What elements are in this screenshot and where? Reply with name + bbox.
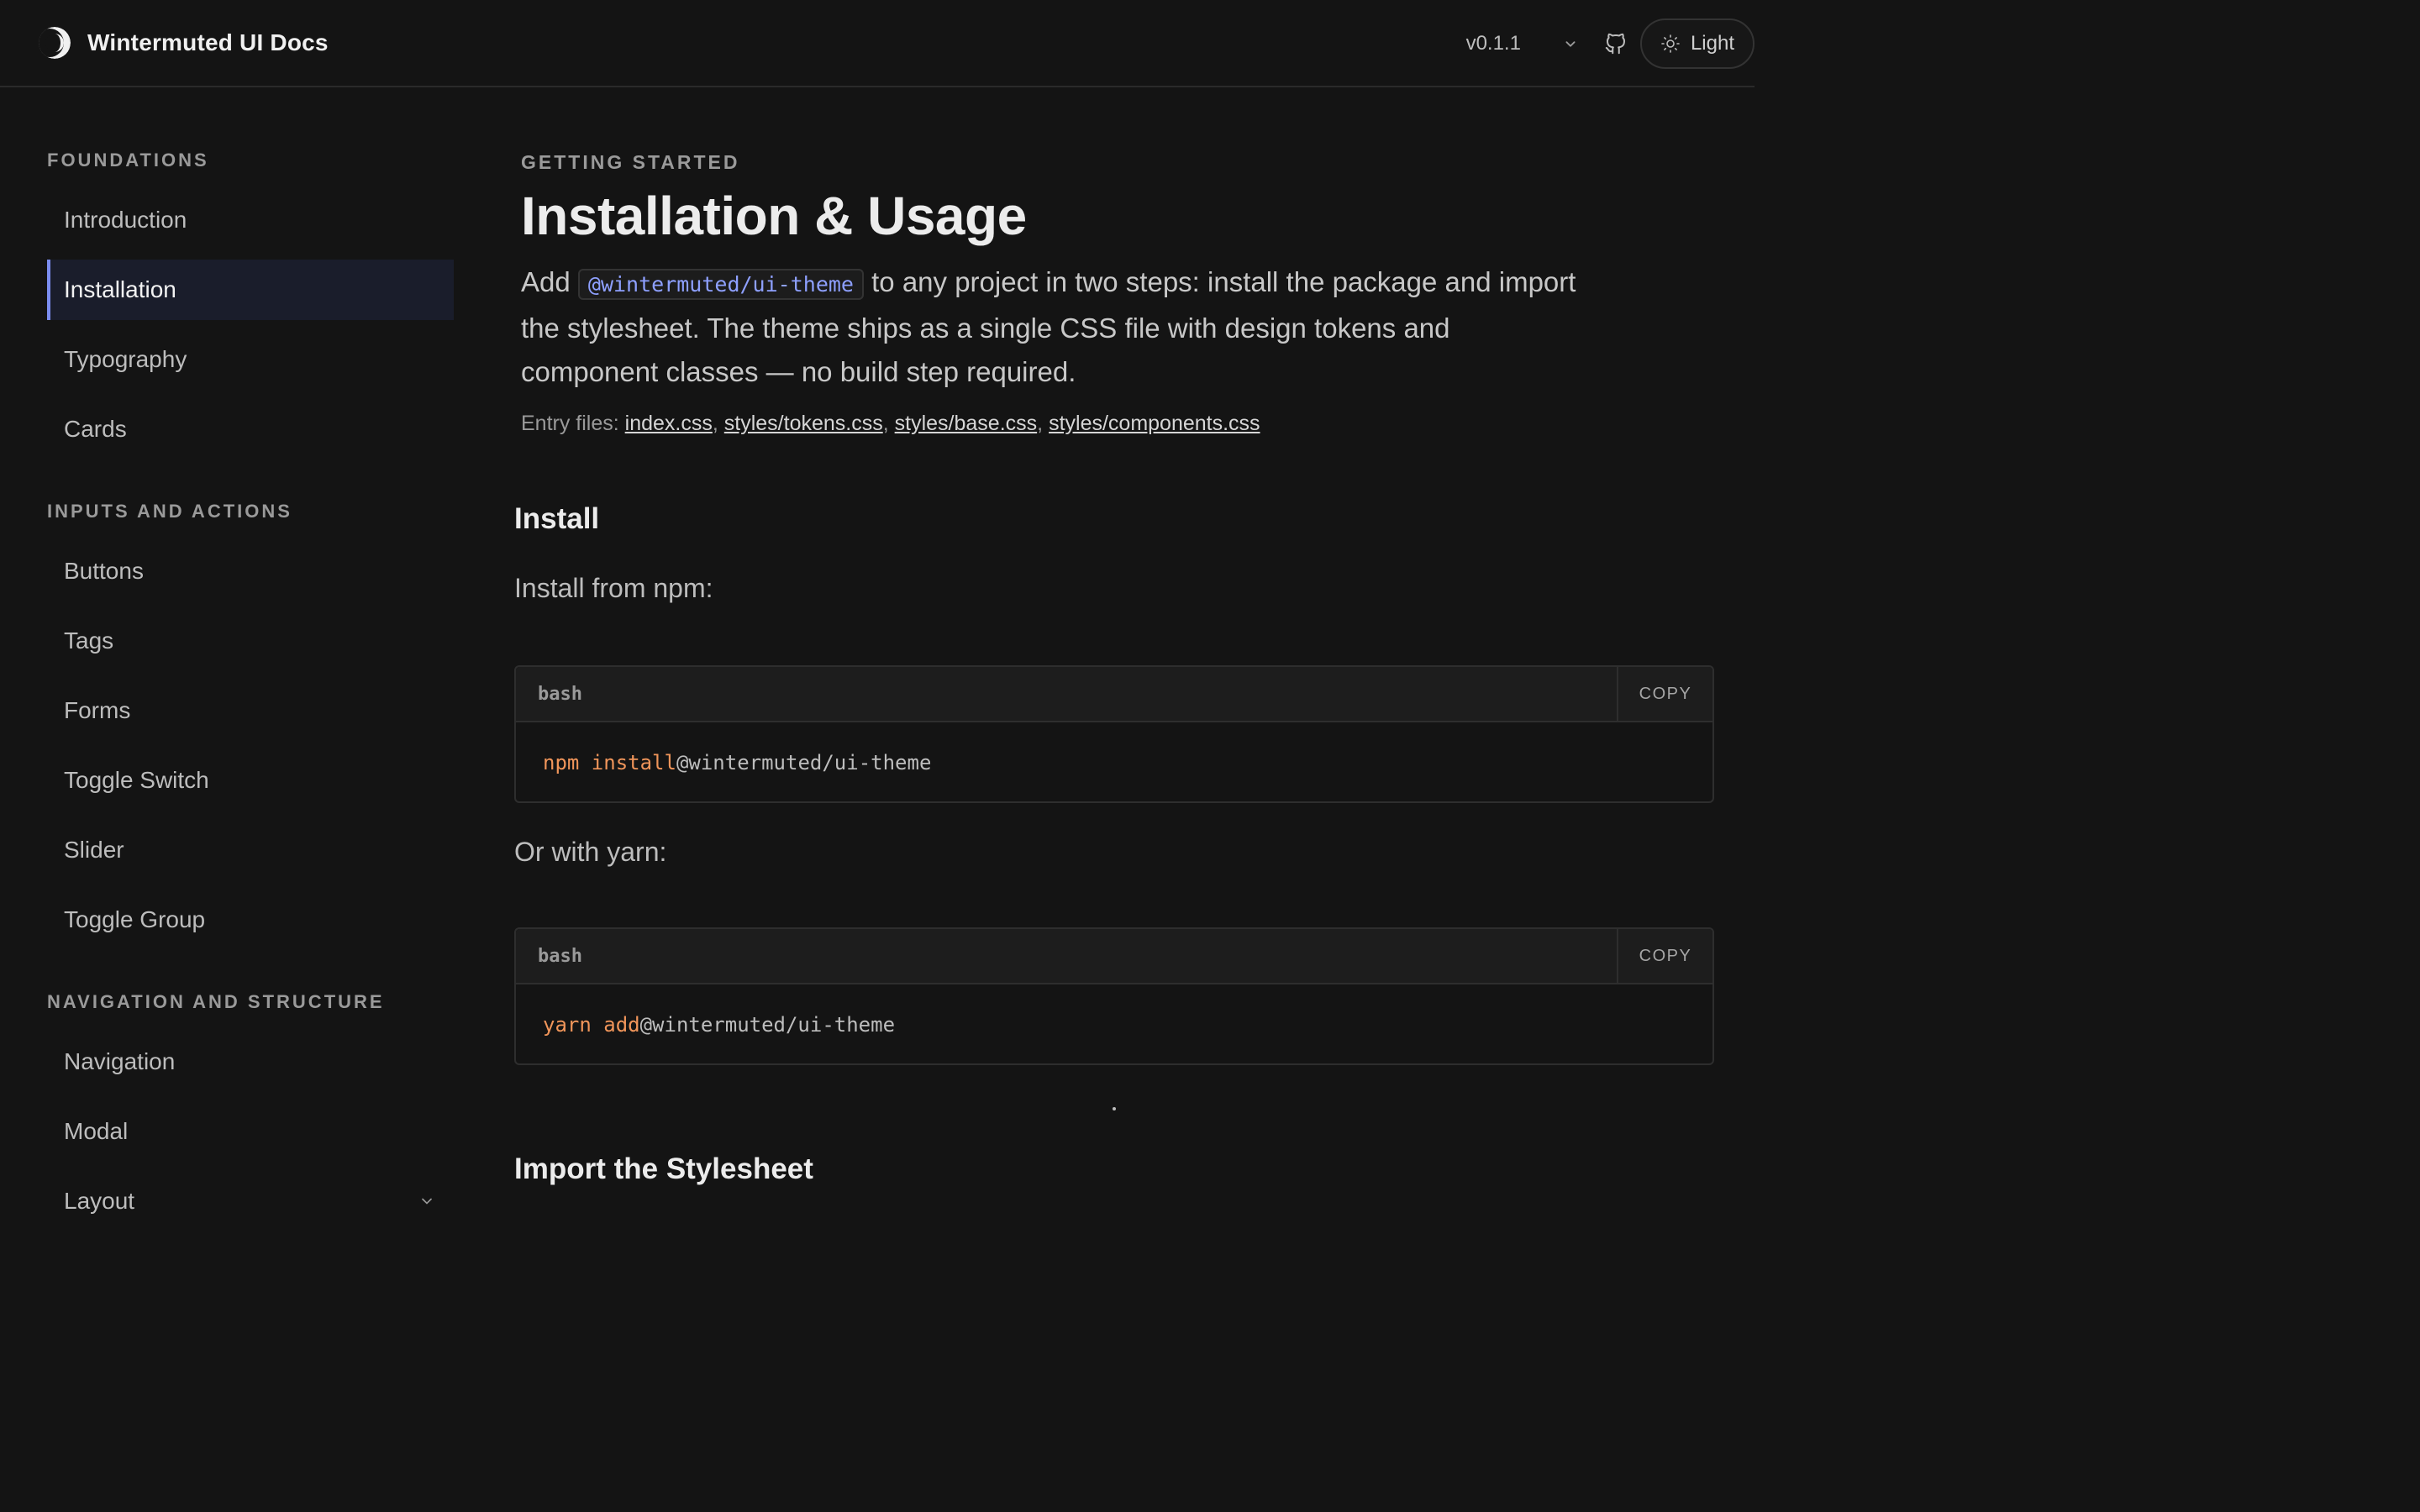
- nav-section-title: FOUNDATIONS: [47, 150, 209, 171]
- code-language: bash: [538, 945, 582, 967]
- entry-file-link[interactable]: styles/components.css: [1049, 412, 1260, 435]
- code-command: yarn add: [543, 1013, 640, 1037]
- sidebar-item-cards[interactable]: Cards: [47, 399, 454, 459]
- separator-dot: [1113, 1107, 1116, 1110]
- entry-files: Entry files: index.css, styles/tokens.cs…: [521, 412, 1260, 435]
- code-block-header: bash COPY: [516, 667, 1712, 722]
- entry-file-link[interactable]: index.css: [625, 412, 713, 435]
- chevron-down-icon: [1565, 41, 1576, 47]
- code-argument: @wintermuted/ui-theme: [639, 1013, 896, 1037]
- sidebar-item-toggle-switch[interactable]: Toggle Switch: [47, 750, 454, 811]
- sidebar-item-slider[interactable]: Slider: [47, 820, 454, 880]
- chevron-down-icon: [422, 1198, 432, 1205]
- sidebar-item-typography[interactable]: Typography: [47, 329, 454, 390]
- section-eyebrow: GETTING STARTED: [521, 151, 740, 173]
- install-heading: Install: [514, 502, 600, 535]
- github-icon[interactable]: [1603, 31, 1628, 56]
- entry-file-link[interactable]: styles/base.css: [895, 412, 1038, 435]
- nav-section-inputs: INPUTS AND ACTIONS Buttons Tags Forms To…: [47, 501, 454, 950]
- header-actions: v0.1.1 Light: [1466, 0, 1754, 87]
- sidebar-item-navigation[interactable]: Navigation: [47, 1032, 454, 1092]
- version-selector[interactable]: v0.1.1: [1466, 32, 1580, 55]
- sidebar-item-buttons[interactable]: Buttons: [47, 541, 454, 601]
- sidebar-item-modal[interactable]: Modal: [47, 1101, 454, 1162]
- copy-button[interactable]: COPY: [1617, 667, 1712, 721]
- entry-files-label: Entry files:: [521, 412, 619, 435]
- npm-code-block: bash COPY npm install @wintermuted/ui-th…: [514, 665, 1714, 803]
- sun-icon: [1661, 34, 1680, 53]
- sidebar-item-toggle-group[interactable]: Toggle Group: [47, 890, 454, 950]
- theme-label: Light: [1690, 32, 1734, 55]
- entry-file-link[interactable]: styles/tokens.css: [724, 412, 883, 435]
- page-title: Installation & Usage: [521, 186, 1027, 246]
- install-npm-text: Install from npm:: [514, 573, 713, 603]
- code-argument: @wintermuted/ui-theme: [676, 751, 932, 774]
- version-label: v0.1.1: [1465, 32, 1521, 55]
- sidebar-item-tags[interactable]: Tags: [47, 611, 454, 671]
- import-heading: Import the Stylesheet: [514, 1152, 813, 1185]
- install-yarn-text: Or with yarn:: [514, 837, 667, 867]
- sidebar-item-introduction[interactable]: Introduction: [47, 190, 454, 250]
- nav-section-title: NAVIGATION AND STRUCTURE: [47, 991, 385, 1012]
- code-block-header: bash COPY: [516, 929, 1712, 984]
- copy-button[interactable]: COPY: [1617, 929, 1712, 983]
- theme-toggle-button[interactable]: Light: [1639, 18, 1754, 69]
- half-moon-icon: [39, 27, 71, 59]
- nav-section-title: INPUTS AND ACTIONS: [47, 501, 292, 522]
- sidebar-item-installation[interactable]: Installation: [47, 260, 454, 320]
- package-name-code: @wintermuted/ui-theme: [577, 269, 864, 300]
- code-line: yarn add @wintermuted/ui-theme: [516, 984, 1712, 1063]
- app-title: Wintermuted UI Docs: [87, 29, 329, 55]
- code-command: npm install: [543, 751, 676, 774]
- top-bar: Wintermuted UI Docs v0.1.1 Light: [0, 0, 1754, 87]
- lead-paragraph: Add @wintermuted/ui-theme to any project…: [521, 260, 1580, 394]
- sidebar-item-forms[interactable]: Forms: [47, 680, 454, 741]
- code-line: npm install @wintermuted/ui-theme: [516, 722, 1712, 801]
- nav-section-navigation: NAVIGATION AND STRUCTURE Navigation Moda…: [47, 991, 454, 1218]
- sidebar: FOUNDATIONS Introduction Installation Ty…: [47, 87, 454, 1218]
- sidebar-item-layout[interactable]: Layout: [47, 1171, 454, 1218]
- sidebar-item-label: Layout: [64, 1188, 135, 1214]
- code-language: bash: [538, 683, 582, 705]
- lead-text: Add: [521, 266, 571, 297]
- brand[interactable]: Wintermuted UI Docs: [39, 27, 329, 59]
- yarn-code-block: bash COPY yarn add @wintermuted/ui-theme: [514, 927, 1714, 1065]
- nav-section-foundations: FOUNDATIONS Introduction Installation Ty…: [47, 150, 454, 459]
